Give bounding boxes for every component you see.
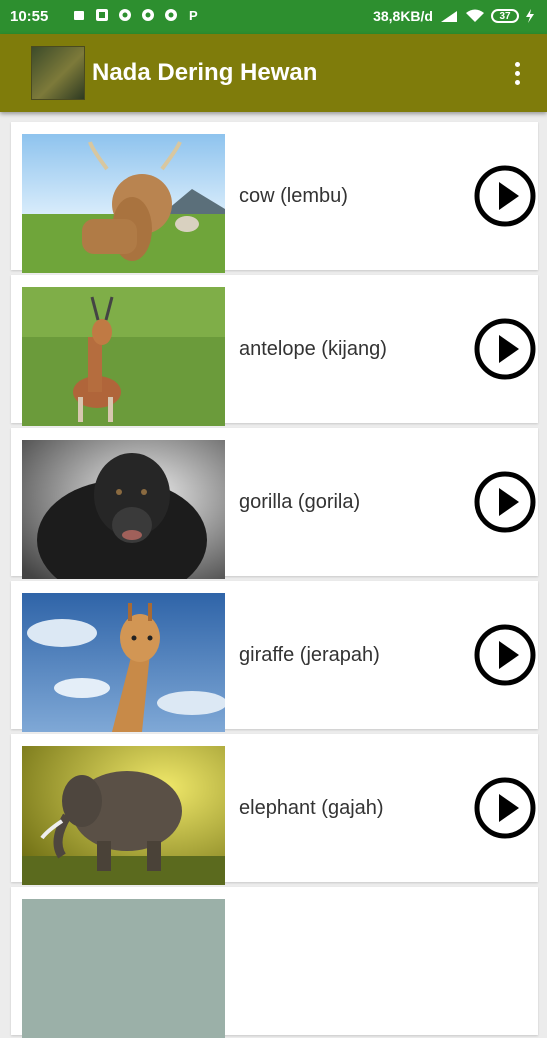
app-logo <box>31 46 85 100</box>
play-button[interactable] <box>473 776 537 840</box>
app-notification-icon <box>95 8 109 22</box>
list-item[interactable]: cow (lembu) <box>11 122 538 273</box>
list-item[interactable]: elephant (gajah) <box>11 734 538 885</box>
animal-label: cow (lembu) <box>239 185 348 207</box>
app-bar: Nada Dering Hewan <box>0 34 547 112</box>
svg-text:P: P <box>189 8 198 22</box>
play-button[interactable] <box>473 470 537 534</box>
play-button[interactable] <box>473 317 537 381</box>
status-bar: 10:55 P 38,8KB/d 37 <box>0 0 547 34</box>
animal-label: giraffe (jerapah) <box>239 644 380 666</box>
status-notification-icons: P <box>72 8 201 23</box>
animal-label: antelope (kijang) <box>239 338 387 360</box>
status-time: 10:55 <box>10 8 49 25</box>
cow-photo <box>22 134 225 273</box>
charging-icon <box>525 9 535 23</box>
antelope-photo <box>22 287 225 426</box>
gorilla-photo <box>22 440 225 579</box>
list-item[interactable]: antelope (kijang) <box>11 275 538 426</box>
notification-icon <box>72 8 86 22</box>
animal-label: elephant (gajah) <box>239 797 384 819</box>
battery-level: 37 <box>499 10 511 22</box>
app-title: Nada Dering Hewan <box>92 59 318 86</box>
next-animal-photo <box>22 899 225 1038</box>
signal-icon <box>439 9 459 23</box>
status-right: 38,8KB/d 37 <box>373 8 535 24</box>
play-icon <box>474 318 536 380</box>
chrome-icon <box>141 8 155 22</box>
play-button[interactable] <box>473 623 537 687</box>
play-icon <box>474 777 536 839</box>
chrome-icon <box>164 8 178 22</box>
play-icon <box>474 165 536 227</box>
giraffe-photo <box>22 593 225 732</box>
play-icon <box>474 471 536 533</box>
list-item[interactable] <box>11 887 538 1038</box>
wifi-icon <box>465 9 485 23</box>
elephant-photo <box>22 746 225 885</box>
battery-icon: 37 <box>491 9 519 23</box>
animal-label: gorilla (gorila) <box>239 491 361 513</box>
pinterest-icon: P <box>187 8 201 23</box>
play-button[interactable] <box>473 164 537 228</box>
list-item[interactable]: gorilla (gorila) <box>11 428 538 579</box>
list-item[interactable]: giraffe (jerapah) <box>11 581 538 732</box>
network-speed: 38,8KB/d <box>373 8 433 24</box>
play-icon <box>474 624 536 686</box>
overflow-menu-icon[interactable] <box>505 56 529 92</box>
chrome-icon <box>118 8 132 22</box>
